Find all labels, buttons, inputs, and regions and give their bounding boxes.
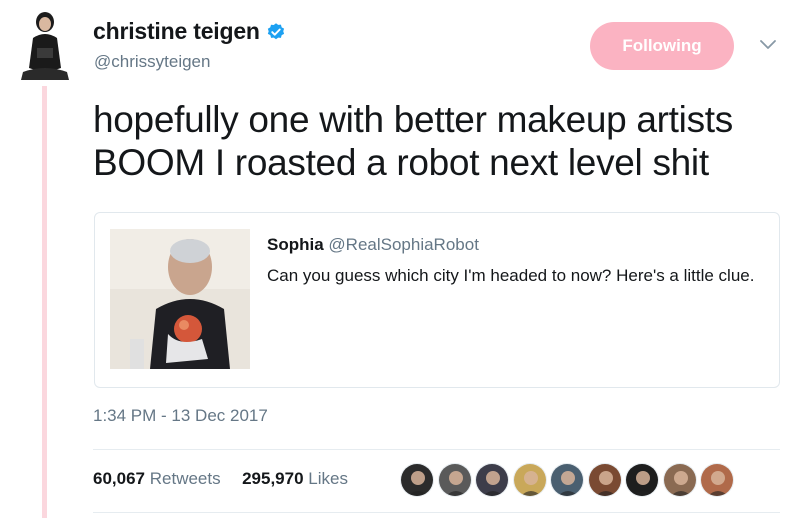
- liker-avatars: [400, 463, 738, 497]
- liker-avatar-6[interactable]: [587, 463, 622, 497]
- author-avatar[interactable]: [17, 8, 73, 80]
- retweets-stat[interactable]: 60,067 Retweets: [93, 469, 225, 488]
- quoted-tweet-text: Can you guess which city I'm headed to n…: [267, 266, 755, 285]
- chevron-down-icon[interactable]: [759, 38, 777, 52]
- liker-avatar-7[interactable]: [625, 463, 659, 497]
- likes-label: Likes: [308, 469, 348, 488]
- divider: [93, 449, 780, 450]
- liker-avatar-4[interactable]: [512, 463, 547, 497]
- liker-avatar-3[interactable]: [475, 463, 509, 497]
- tweet-text-line-1: hopefully one with better makeup artists: [93, 99, 733, 140]
- likes-stat[interactable]: 295,970 Likes: [242, 469, 348, 488]
- divider: [93, 512, 780, 513]
- liker-avatar-1[interactable]: [400, 463, 434, 497]
- tweet-stats: 60,067 Retweets 295,970 Likes: [93, 469, 348, 489]
- following-button[interactable]: Following: [590, 22, 734, 70]
- likes-count: 295,970: [242, 469, 309, 488]
- liker-avatar-8[interactable]: [662, 463, 697, 497]
- quoted-author-handle[interactable]: @RealSophiaRobot: [328, 235, 479, 254]
- author-handle[interactable]: @chrissyteigen: [94, 52, 210, 72]
- tweet-text-line-2: BOOM I roasted a robot next level shit: [93, 142, 709, 183]
- liker-avatar-5[interactable]: [550, 463, 584, 497]
- author-name[interactable]: christine teigen: [93, 18, 260, 45]
- verified-badge-icon: [267, 22, 284, 39]
- liker-avatar-2[interactable]: [437, 463, 472, 497]
- retweets-count: 60,067: [93, 469, 150, 488]
- quoted-tweet-card[interactable]: Sophia @RealSophiaRobot Can you guess wh…: [94, 212, 780, 388]
- tweet-timestamp[interactable]: 1:34 PM - 13 Dec 2017: [93, 406, 268, 426]
- quoted-author-name[interactable]: Sophia: [267, 235, 328, 254]
- thread-line: [42, 86, 47, 518]
- tweet-text: hopefully one with better makeup artists…: [93, 98, 793, 184]
- quoted-tweet-image[interactable]: [110, 229, 250, 369]
- retweets-label: Retweets: [149, 469, 221, 488]
- liker-avatar-9[interactable]: [700, 463, 734, 497]
